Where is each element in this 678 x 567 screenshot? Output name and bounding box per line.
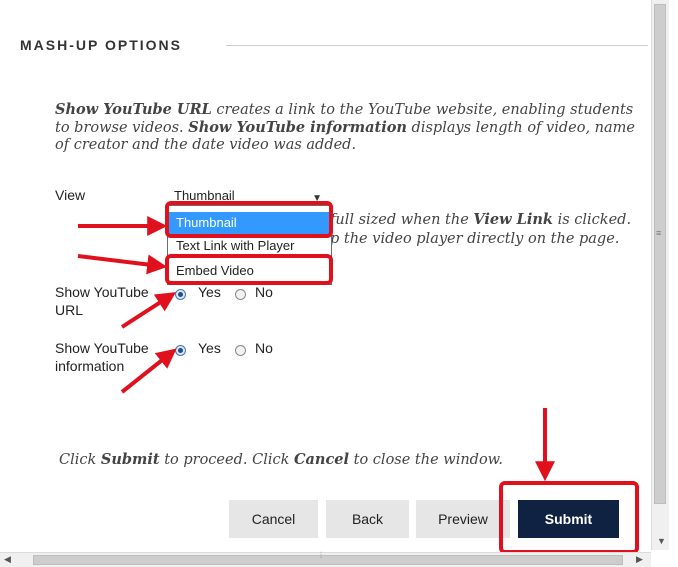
arrow-to-url-yes [120, 292, 177, 329]
vertical-scroll-thumb[interactable] [654, 4, 666, 504]
scroll-right-arrow-icon[interactable]: ▶ [636, 554, 643, 565]
vertical-scrollbar[interactable]: ≡ ▼ [651, 0, 669, 550]
annotation-arrows [77, 216, 555, 482]
horizontal-scroll-thumb[interactable] [33, 555, 623, 565]
arrow-to-embed-video [77, 254, 168, 275]
arrow-to-info-yes [120, 348, 177, 394]
horizontal-scrollbar[interactable]: ◀ ⦙ ▶ [0, 550, 651, 567]
scroll-down-arrow-icon[interactable]: ▼ [657, 536, 666, 546]
scroll-left-arrow-icon[interactable]: ◀ [4, 554, 11, 565]
grip-icon: ⦙ [320, 550, 323, 560]
grip-icon: ≡ [656, 228, 662, 238]
